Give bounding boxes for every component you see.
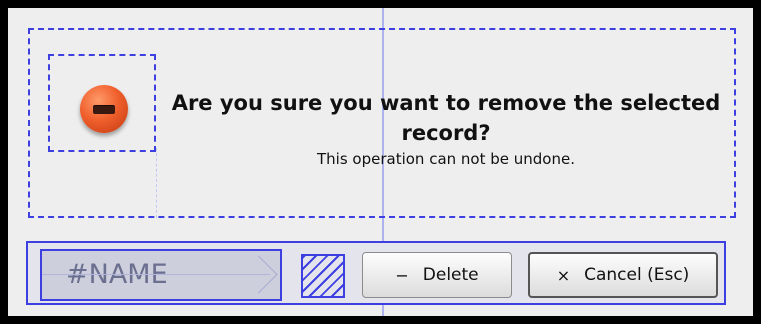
dialog-title: Are you sure you want to remove the sele… xyxy=(171,91,721,145)
hatched-placeholder xyxy=(301,254,345,298)
delete-button[interactable]: − Delete xyxy=(362,252,512,298)
confirm-dialog: Are you sure you want to remove the sele… xyxy=(8,8,753,316)
dialog-message: This operation can not be undone. xyxy=(317,150,575,168)
cancel-label: Cancel (Esc) xyxy=(584,265,690,285)
remove-icon xyxy=(80,85,128,133)
delete-label: Delete xyxy=(422,265,479,285)
arrow-right-icon xyxy=(239,255,278,294)
cancel-button[interactable]: × Cancel (Esc) xyxy=(528,252,718,298)
close-icon: × xyxy=(556,265,571,285)
name-field: #NAME xyxy=(40,249,282,301)
minus-icon: − xyxy=(395,265,409,285)
arrow-line-icon xyxy=(42,274,270,275)
